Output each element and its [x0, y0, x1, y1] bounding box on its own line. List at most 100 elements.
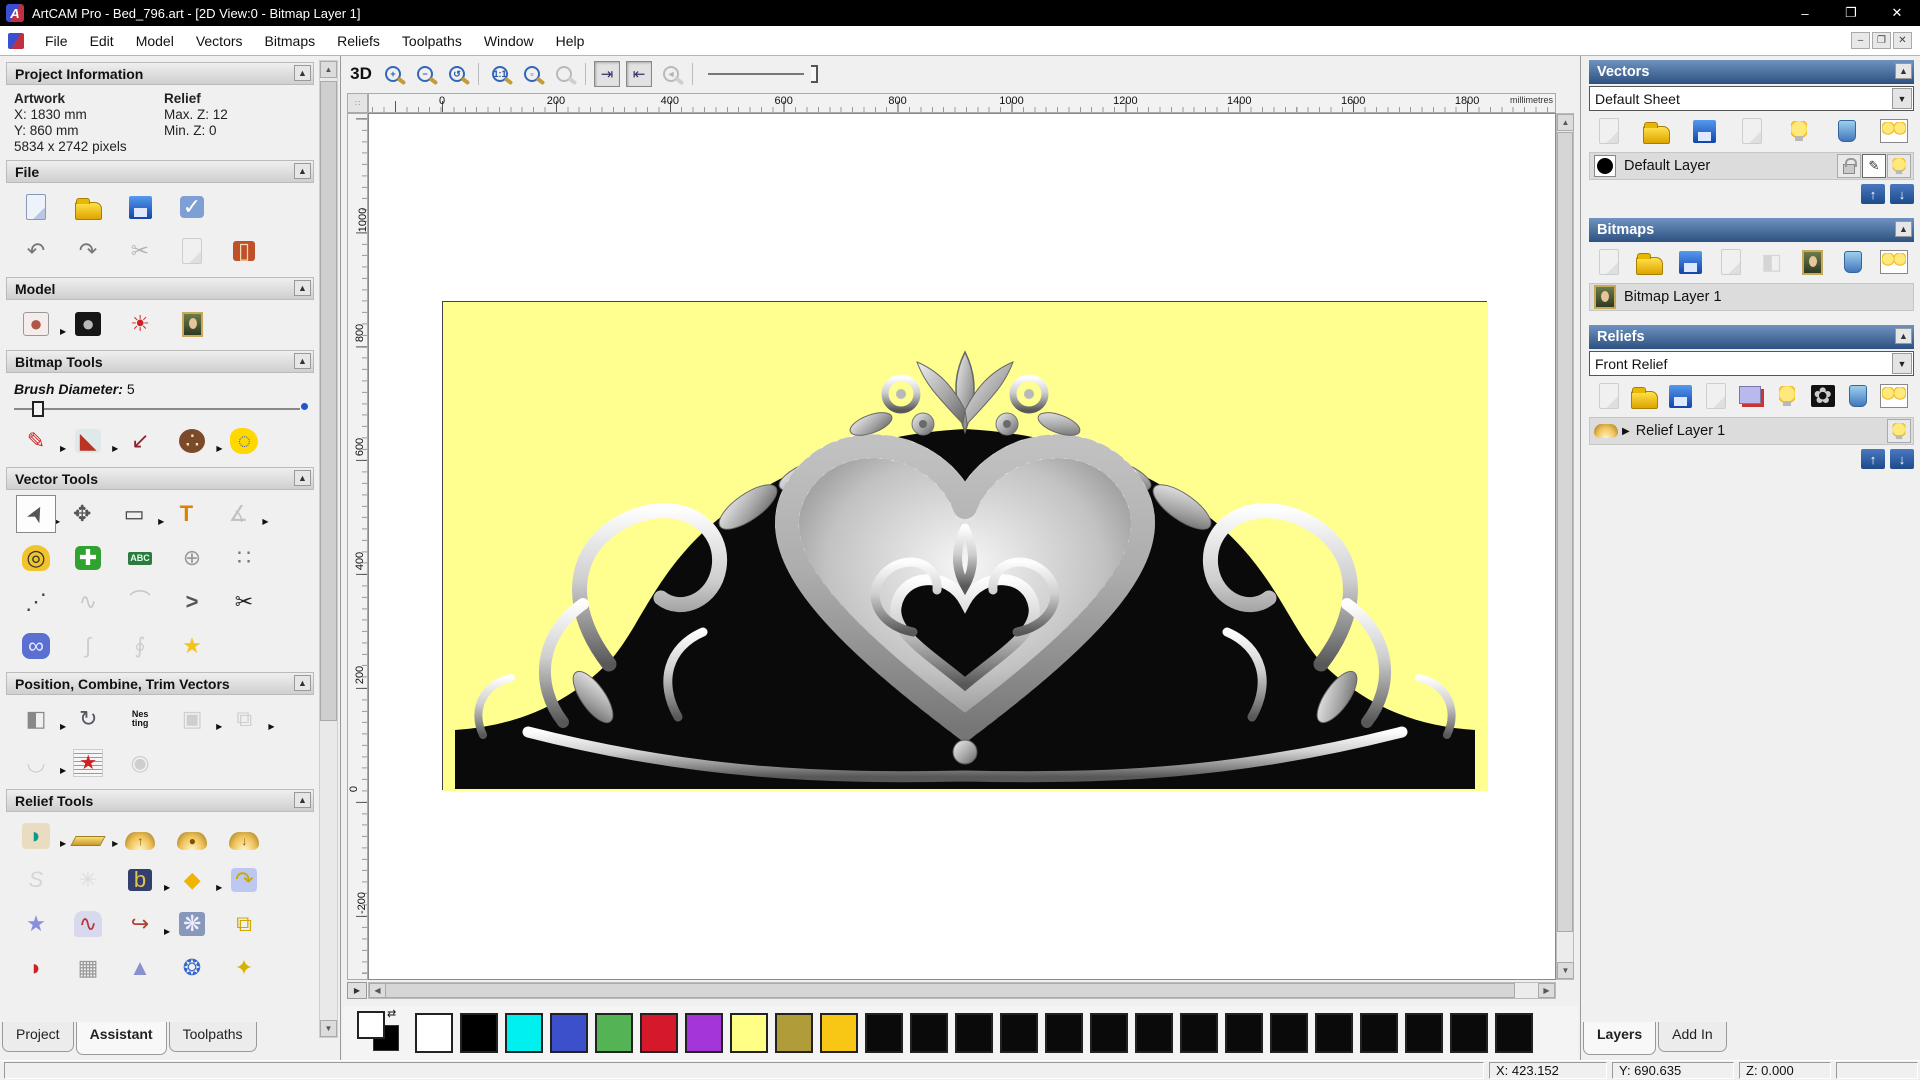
delete-bitmap-layer-icon[interactable] — [1837, 247, 1869, 277]
collapse-icon[interactable]: ▲ — [1895, 328, 1912, 344]
collapse-icon[interactable]: ▲ — [294, 675, 311, 691]
open-model-icon[interactable] — [68, 188, 108, 226]
transform-vectors-icon[interactable]: ✥ — [62, 495, 102, 533]
scroll-down-icon[interactable]: ▼ — [1557, 962, 1574, 979]
mdi-close-button[interactable]: ✕ — [1893, 32, 1912, 49]
relief-layer-row[interactable]: ▶ Relief Layer 1 — [1589, 417, 1914, 445]
open-relief-layer-icon[interactable] — [1629, 381, 1661, 411]
sculpt-relief-icon[interactable]: ❋ — [172, 905, 212, 943]
zoom-fit-button[interactable]: ▫ — [517, 60, 547, 88]
chevron-down-icon[interactable]: ▼ — [1892, 88, 1912, 109]
align-objects-icon[interactable]: ◧ — [16, 700, 56, 738]
palette-swatch-20[interactable] — [1315, 1013, 1353, 1053]
layer-colour-swatch[interactable] — [1594, 155, 1616, 177]
all-layers-visible-icon[interactable] — [1878, 116, 1910, 146]
select-vectors-icon[interactable]: ➤ — [16, 495, 56, 533]
relief-twotone-icon[interactable]: ✦ — [224, 949, 264, 987]
minimize-button[interactable]: – — [1782, 0, 1828, 26]
new-model-icon[interactable] — [16, 188, 56, 226]
tab-layers[interactable]: Layers — [1583, 1022, 1657, 1055]
palette-swatch-0[interactable] — [415, 1013, 453, 1053]
palette-swatch-11[interactable] — [910, 1013, 948, 1053]
preferences-icon[interactable]: ✓ — [172, 188, 212, 226]
colour-picker-icon[interactable]: ↙ — [120, 422, 160, 460]
relief-preview-icon[interactable]: ✿ — [1807, 381, 1839, 411]
mdi-minimize-button[interactable]: – — [1851, 32, 1870, 49]
menu-window[interactable]: Window — [473, 29, 545, 53]
calculate-relief-icon[interactable]: ◗ — [16, 817, 56, 855]
flyout-icon[interactable]: ▶ — [112, 839, 118, 848]
save-vector-layer-icon[interactable] — [1688, 116, 1720, 146]
redo-icon[interactable]: ↷ — [68, 232, 108, 270]
chevron-down-icon[interactable]: ▼ — [1892, 353, 1912, 374]
wrap-sphere-icon[interactable]: ⊕ — [172, 539, 212, 577]
pane-split-button[interactable]: ▶ — [347, 982, 367, 999]
flyout-icon[interactable]: ▶ — [216, 883, 222, 892]
offset-relief-icon[interactable]: ⧉ — [224, 905, 264, 943]
vector-layer-row[interactable]: Default Layer ✎ — [1589, 152, 1914, 180]
palette-swatch-23[interactable] — [1450, 1013, 1488, 1053]
menu-vectors[interactable]: Vectors — [185, 29, 254, 53]
palette-swatch-4[interactable] — [595, 1013, 633, 1053]
nesting-icon[interactable]: Nes ting — [120, 700, 160, 738]
create-star-icon[interactable]: ★ — [172, 627, 212, 665]
palette-swatch-13[interactable] — [1000, 1013, 1038, 1053]
menu-edit[interactable]: Edit — [79, 29, 125, 53]
collapse-icon[interactable]: ▲ — [294, 65, 311, 81]
menu-help[interactable]: Help — [545, 29, 596, 53]
flyout-icon[interactable]: ▶ — [60, 766, 66, 775]
toggle-visibility-icon[interactable] — [1783, 116, 1815, 146]
palette-swatch-15[interactable] — [1090, 1013, 1128, 1053]
block-paste-icon[interactable]: ∷ — [224, 539, 264, 577]
scroll-up-icon[interactable]: ▲ — [320, 61, 337, 78]
scrollbar-thumb[interactable] — [1557, 132, 1573, 932]
distort-vectors-icon[interactable]: ★ — [68, 744, 108, 782]
shape-from-vectors-icon[interactable]: b — [120, 861, 160, 899]
bitmap-to-vector-icon[interactable]: ◌ — [224, 422, 264, 460]
flyout-icon[interactable]: ▶ — [158, 517, 164, 526]
tab-add-in[interactable]: Add In — [1658, 1022, 1727, 1052]
move-layer-up-button[interactable]: ↑ — [1861, 184, 1885, 204]
move-layer-up-button[interactable]: ↑ — [1861, 449, 1885, 469]
delete-relief-layer-icon[interactable] — [1842, 381, 1874, 411]
palette-swatch-21[interactable] — [1360, 1013, 1398, 1053]
open-vector-layer-icon[interactable] — [1641, 116, 1673, 146]
shape-editor-icon[interactable]: ◆ — [172, 861, 212, 899]
palette-swatch-24[interactable] — [1495, 1013, 1533, 1053]
palette-swatch-17[interactable] — [1180, 1013, 1218, 1053]
menu-bitmaps[interactable]: Bitmaps — [254, 29, 327, 53]
save-model-icon[interactable] — [120, 188, 160, 226]
vertical-scrollbar[interactable]: ▲ ▼ — [1556, 113, 1574, 980]
wrap-relief-icon[interactable]: ∿ — [68, 905, 108, 943]
flyout-icon[interactable]: ▶ — [60, 444, 66, 453]
relief-rosette-icon[interactable]: ❂ — [172, 949, 212, 987]
all-reliefs-visible-icon[interactable] — [1878, 381, 1910, 411]
flyout-icon[interactable]: ▶ — [216, 444, 222, 453]
flyout-icon[interactable]: ▶ — [164, 883, 170, 892]
palette-swatch-14[interactable] — [1045, 1013, 1083, 1053]
horizontal-scrollbar[interactable]: ◀ ▶ — [368, 982, 1556, 999]
save-bitmap-layer-icon[interactable] — [1674, 247, 1706, 277]
sheet-select[interactable]: Default Sheet ▼ — [1589, 86, 1914, 111]
tab-toolpaths[interactable]: Toolpaths — [168, 1022, 257, 1052]
create-text-icon[interactable]: T — [166, 495, 206, 533]
scroll-left-icon[interactable]: ◀ — [369, 983, 386, 998]
palette-swatch-1[interactable] — [460, 1013, 498, 1053]
menu-model[interactable]: Model — [125, 29, 185, 53]
palette-swatch-2[interactable] — [505, 1013, 543, 1053]
merge-high-icon[interactable]: ● — [172, 817, 212, 855]
flyout-icon[interactable]: ▶ — [60, 327, 66, 336]
collapse-icon[interactable]: ▲ — [1895, 221, 1912, 237]
mdi-restore-button[interactable]: ❐ — [1872, 32, 1891, 49]
flood-fill-icon[interactable]: ◣ — [68, 422, 108, 460]
trim-vectors-icon[interactable]: ✂ — [224, 583, 264, 621]
visibility-bulb-icon[interactable] — [1887, 419, 1911, 443]
palette-swatch-5[interactable] — [640, 1013, 678, 1053]
flyout-icon[interactable]: ▶ — [268, 722, 274, 731]
visibility-bulb-icon[interactable] — [1887, 154, 1911, 178]
collapse-icon[interactable]: ▲ — [294, 792, 311, 808]
move-layer-down-button[interactable]: ↓ — [1890, 184, 1914, 204]
relief-select[interactable]: Front Relief ▼ — [1589, 351, 1914, 376]
bitmap-preview-icon[interactable] — [1797, 247, 1829, 277]
palette-swatch-18[interactable] — [1225, 1013, 1263, 1053]
